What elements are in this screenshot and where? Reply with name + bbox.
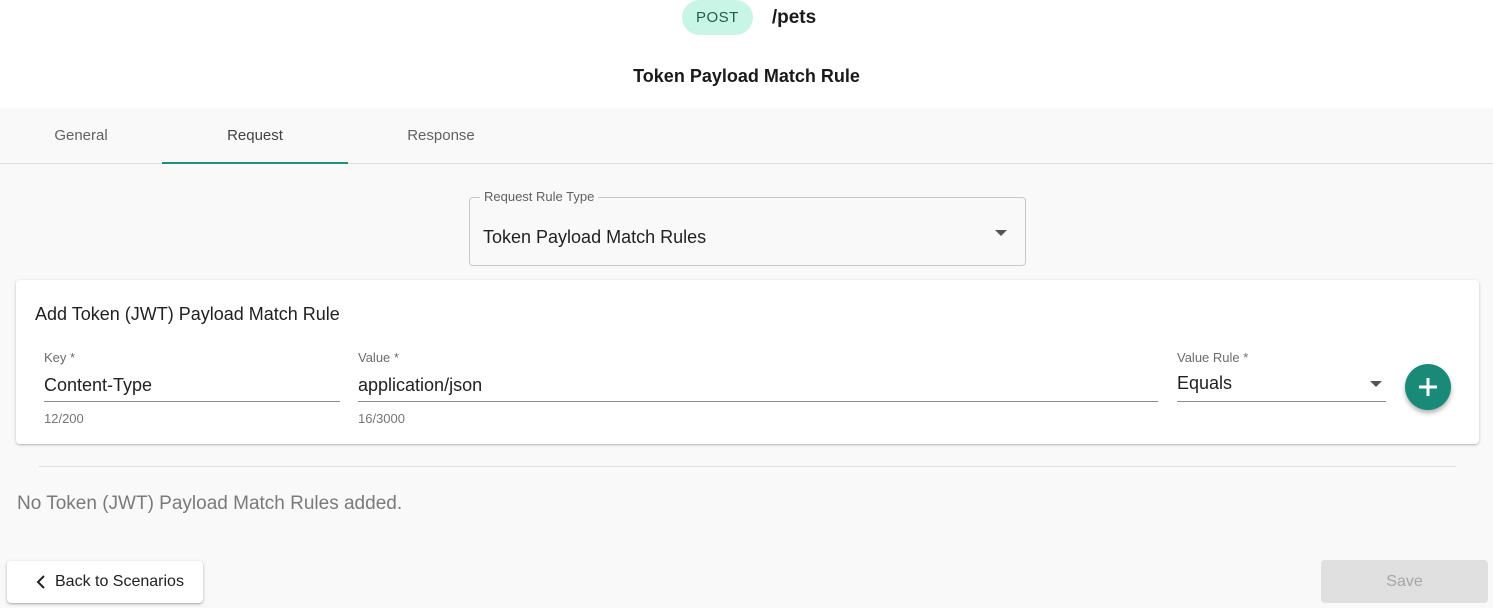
endpoint-path: /pets [771,6,817,28]
plus-icon [1419,378,1437,396]
tab-general[interactable]: General [0,108,162,163]
value-rule-label: Value Rule * [1177,350,1249,365]
endpoint-row: POST /pets [682,0,816,35]
page-title: Token Payload Match Rule [633,66,860,86]
value-input[interactable] [358,369,1158,402]
value-rule-value: Equals [1177,373,1233,393]
caret-down-icon [995,230,1007,236]
caret-down-icon [1370,381,1382,387]
card-title: Add Token (JWT) Payload Match Rule [35,304,340,324]
request-panel: Request Rule Type Token Payload Match Ru… [0,164,1493,608]
back-to-scenarios-button[interactable]: Back to Scenarios [7,561,203,603]
request-rule-type-select[interactable]: Request Rule Type Token Payload Match Ru… [469,189,1026,266]
tab-request[interactable]: Request [162,108,348,164]
key-input[interactable] [44,369,340,402]
value-rule-field: Value Rule * Equals [1177,350,1386,402]
save-button[interactable]: Save [1321,560,1488,603]
back-button-label: Back to Scenarios [55,573,184,590]
value-label: Value * [358,350,399,365]
value-rule-select[interactable]: Equals [1177,369,1386,402]
key-field: Key * 12/200 [44,350,340,430]
chevron-left-icon [36,575,45,589]
add-rule-button[interactable] [1405,364,1451,410]
header: POST /pets Token Payload Match Rule [0,0,1493,108]
request-rule-type-label: Request Rule Type [480,189,599,204]
divider [39,466,1456,467]
key-label: Key * [44,350,76,365]
request-rule-type-value: Token Payload Match Rules [483,227,707,247]
add-rule-card: Add Token (JWT) Payload Match Rule Key *… [16,280,1479,444]
key-char-count: 12/200 [44,411,84,426]
value-char-count: 16/3000 [358,411,405,426]
value-field: Value * 16/3000 [358,350,1158,430]
tab-bar: General Request Response [0,108,1493,164]
method-badge: POST [682,0,753,35]
empty-rules-message: No Token (JWT) Payload Match Rules added… [17,493,403,514]
tab-response[interactable]: Response [348,108,534,163]
